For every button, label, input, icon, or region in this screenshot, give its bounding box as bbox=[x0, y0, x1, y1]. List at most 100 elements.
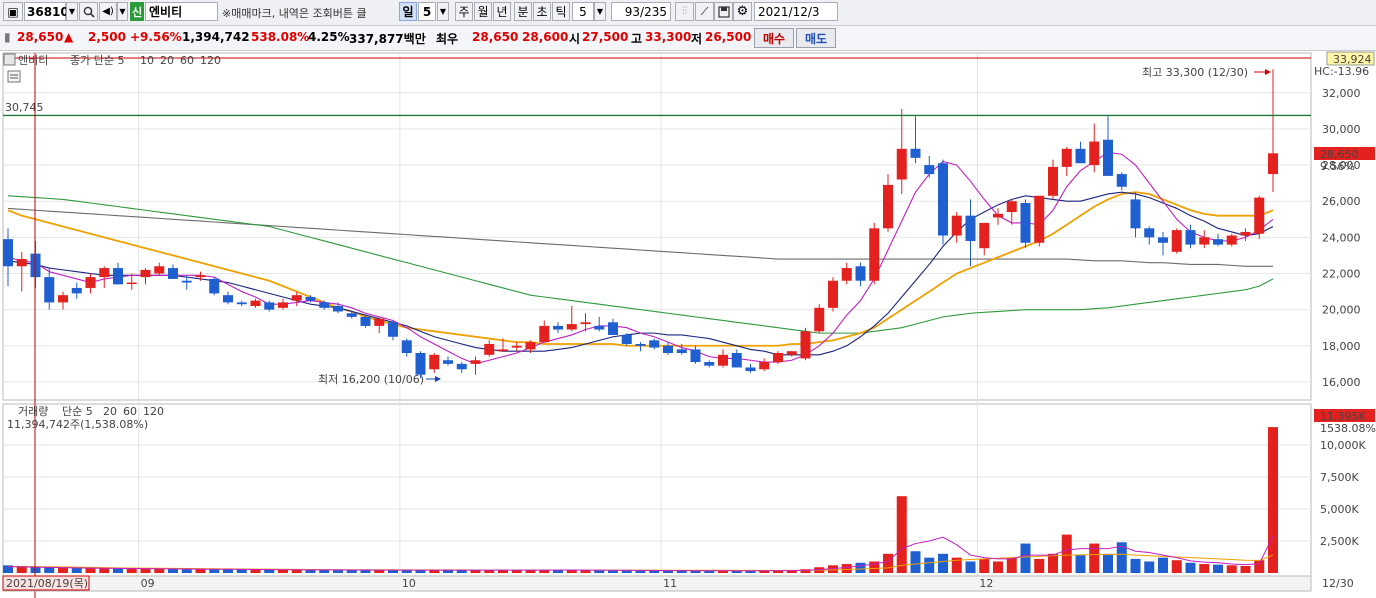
volume-bar bbox=[1061, 534, 1072, 573]
gear-icon[interactable]: ⚙ bbox=[733, 2, 752, 21]
window-menu-icon[interactable]: ▣ bbox=[3, 2, 23, 21]
price-change-pct: +9.56% bbox=[130, 30, 182, 44]
price-legend-ma20: 20 bbox=[160, 54, 174, 67]
turnover-rate: 4.25% bbox=[308, 30, 350, 44]
period-tick-button[interactable]: 틱 bbox=[552, 2, 570, 21]
volume-bar bbox=[236, 569, 247, 573]
max-price-annotation: 최고 33,300 (12/30) bbox=[1142, 66, 1248, 79]
volume-bar bbox=[608, 570, 618, 573]
calculator-icon[interactable] bbox=[7, 70, 21, 83]
speaker-icon[interactable]: ◀) bbox=[99, 2, 117, 21]
date-field[interactable]: 2021/12/3 bbox=[754, 2, 838, 21]
stock-name-field[interactable]: 엔비티 bbox=[145, 2, 218, 21]
volume-bar bbox=[374, 570, 385, 573]
search-icon[interactable] bbox=[79, 2, 98, 21]
volume-bar bbox=[456, 570, 467, 573]
volume-bar bbox=[250, 569, 261, 573]
volume-bar bbox=[1171, 560, 1182, 573]
price-change: 2,500 bbox=[88, 30, 126, 44]
price-legend-ma5: 종가 단순 5 bbox=[70, 54, 124, 67]
quote-marker-icon: ▮ bbox=[4, 30, 11, 44]
volume-bar bbox=[979, 558, 990, 573]
volume-bar bbox=[58, 567, 68, 573]
price-tick-label: 22,000 bbox=[1322, 267, 1361, 280]
volume-legend-ma20: 20 bbox=[103, 405, 117, 418]
open-price: 27,500 bbox=[582, 30, 629, 44]
period-count-dropdown-icon[interactable]: ▼ bbox=[437, 2, 449, 21]
speaker-dropdown-icon[interactable]: ▼ bbox=[117, 2, 128, 21]
volume-bar bbox=[896, 496, 907, 573]
ask-price: 28,650 bbox=[472, 30, 519, 44]
period-week-button[interactable]: 주 bbox=[455, 2, 473, 21]
price-legend-name: 엔비티 bbox=[18, 54, 48, 67]
month-label-09: 09 bbox=[141, 577, 155, 590]
volume-bar bbox=[1254, 560, 1265, 573]
volume-bar bbox=[85, 568, 96, 573]
volume-bar bbox=[1199, 564, 1210, 573]
current-volume-text: 11,394,742주(1,538.08%) bbox=[7, 418, 148, 431]
price-tick-label: 18,000 bbox=[1322, 340, 1361, 353]
volume-bar bbox=[264, 569, 275, 573]
period-day-button[interactable]: 일 bbox=[399, 2, 417, 21]
current-pct-tag: 9.56% bbox=[1320, 160, 1355, 173]
period-second-button[interactable]: 초 bbox=[533, 2, 551, 21]
stock-code-dropdown-icon[interactable]: ▼ bbox=[66, 2, 78, 21]
candle bbox=[773, 351, 783, 364]
volume-bar bbox=[1268, 427, 1278, 573]
candle bbox=[800, 327, 811, 361]
volume-bar bbox=[883, 553, 893, 573]
minute-value-field[interactable]: 5 bbox=[572, 2, 594, 21]
candle bbox=[828, 277, 838, 312]
volume-bar bbox=[71, 567, 82, 573]
candle-settings-icon[interactable]: ⫶⫶ bbox=[675, 2, 694, 21]
volume-bar bbox=[195, 569, 206, 573]
volume-bar bbox=[1185, 562, 1196, 573]
candle bbox=[621, 333, 632, 346]
candle bbox=[360, 315, 371, 328]
price-panel bbox=[2, 52, 1312, 401]
volume-bar bbox=[360, 570, 371, 573]
sell-button[interactable]: 매도 bbox=[796, 28, 836, 48]
volume-legend-ma5: 단순 5 bbox=[62, 405, 93, 418]
volume-bar bbox=[1240, 565, 1251, 573]
notice-text: ※매매마크, 내역은 조회버튼 클 bbox=[222, 7, 367, 20]
volume-bar bbox=[333, 570, 343, 573]
line-tool-icon[interactable]: ⟋ bbox=[695, 2, 714, 21]
hline-value-label: 30,745 bbox=[5, 101, 44, 114]
price-tick-label: 26,000 bbox=[1322, 195, 1361, 208]
price-legend-ma10: 10 bbox=[140, 54, 154, 67]
volume-bar bbox=[1130, 558, 1141, 573]
period-month-button[interactable]: 월 bbox=[474, 2, 492, 21]
high-label: 고 bbox=[631, 32, 643, 46]
candle bbox=[1020, 199, 1031, 249]
best-quote-label: 최우 bbox=[436, 32, 459, 46]
stock-code-input[interactable]: 36810 bbox=[24, 2, 69, 21]
volume-bar bbox=[938, 553, 948, 573]
stock-chart[interactable]: 30,745 엔비티 종가 단순 5 10 20 60 120 거래량 단순 5… bbox=[0, 51, 1376, 598]
volume-bar bbox=[126, 568, 137, 573]
up-arrow-icon: ▲ bbox=[64, 30, 74, 44]
volume-bar bbox=[635, 570, 646, 573]
minute-value-dropdown-icon[interactable]: ▼ bbox=[594, 2, 606, 21]
volume-bar bbox=[140, 568, 151, 573]
save-icon[interactable] bbox=[714, 2, 733, 21]
legend-box-icon bbox=[3, 53, 16, 66]
buy-button[interactable]: 매수 bbox=[754, 28, 794, 48]
volume-bar bbox=[154, 568, 165, 573]
month-label-11: 11 bbox=[663, 577, 677, 590]
candle bbox=[1171, 228, 1182, 254]
volume-bar bbox=[1006, 557, 1017, 573]
price-tick-label: 20,000 bbox=[1322, 304, 1361, 317]
current-price: 28,650 bbox=[17, 30, 64, 44]
open-label: 시 bbox=[569, 32, 581, 46]
chart-toolbar: ▣ 36810 ▼ ◀) ▼ 신 엔비티 ※매매마크, 내역은 조회버튼 클 일… bbox=[0, 0, 1376, 26]
high-price: 33,300 bbox=[645, 30, 692, 44]
volume-bar bbox=[924, 557, 935, 573]
end-date-label: 12/30 bbox=[1322, 577, 1354, 590]
start-date-label: 2021/08/19(목) bbox=[6, 577, 88, 590]
volume-bar bbox=[594, 570, 605, 573]
low-price: 26,500 bbox=[705, 30, 752, 44]
period-year-button[interactable]: 년 bbox=[493, 2, 511, 21]
period-count-field[interactable]: 5 bbox=[418, 2, 436, 21]
period-minute-button[interactable]: 분 bbox=[514, 2, 532, 21]
